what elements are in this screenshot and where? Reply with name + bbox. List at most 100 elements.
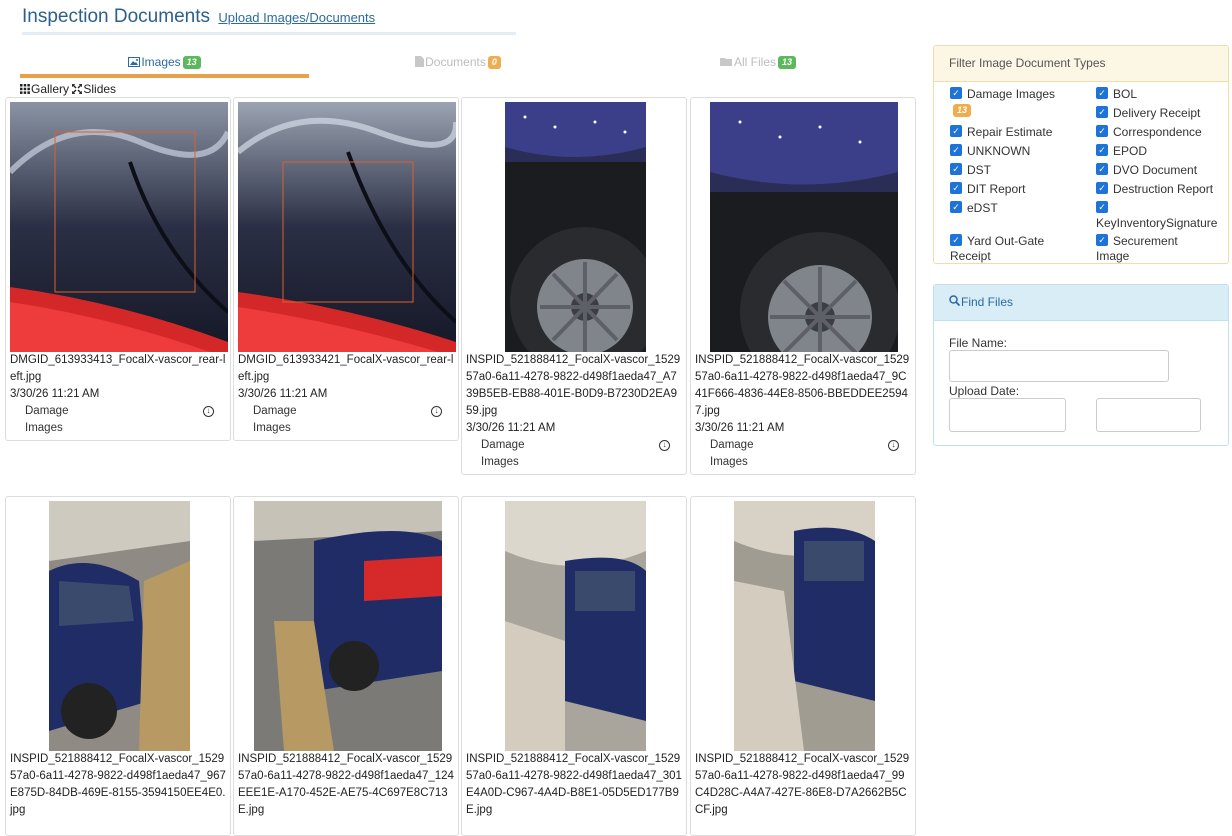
file-card[interactable]: DMGID_613933413_FocalX-vascor_rear-left.… [5,97,231,441]
checkmark-icon: ✓ [1096,201,1108,213]
file-name-label: File Name: [949,336,1008,350]
filter-checkbox-keyinventorysignature[interactable]: ✓ KeyInventorySignature [1096,201,1217,231]
file-date: 3/30/26 11:21 AM [238,388,328,400]
filter-label: DVO Document [1113,163,1198,177]
checkmark-icon: ✓ [1096,144,1108,156]
find-files-title: Find Files [961,295,1014,309]
slides-view-button[interactable]: Slides [71,82,117,97]
document-type: Damage Images [481,439,525,468]
file-name: INSPID_521888412_FocalX-vascor_152957a0-… [238,753,454,816]
filter-label: Repair Estimate [967,125,1053,139]
filter-label: Correspondence [1113,125,1202,139]
filter-checkbox-edst[interactable]: ✓ eDST [950,201,998,216]
checkmark-icon: ✓ [950,144,962,156]
filter-checkbox-dvo-document[interactable]: ✓ DVO Document [1096,163,1197,178]
checkmark-icon: ✓ [1096,182,1108,194]
filter-label: EPOD [1113,144,1148,158]
checkmark-icon: ✓ [1096,125,1108,137]
file-type-tabs: Images 13 Documents 0 All Files 13 [18,52,908,78]
filter-checkbox-epod[interactable]: ✓ EPOD [1096,144,1147,159]
filter-label: UNKNOWN [967,144,1031,158]
expand-icon [71,83,84,97]
thumbnail-image[interactable] [505,102,646,352]
file-card[interactable]: INSPID_521888412_FocalX-vascor_152957a0-… [5,496,231,836]
file-card[interactable]: INSPID_521888412_FocalX-vascor_152957a0-… [233,496,459,836]
file-card[interactable]: INSPID_521888412_FocalX-vascor_152957a0-… [461,496,687,836]
filter-checkbox-dst[interactable]: ✓ DST [950,163,991,178]
download-icon[interactable]: ↓ [203,406,214,417]
checkmark-icon: ✓ [1096,87,1108,99]
find-files-panel: Find Files File Name: Upload Date: [933,284,1229,446]
filter-panel: Filter Image Document Types ✓ Damage Ima… [933,45,1229,264]
document-type: Damage Images [710,439,754,468]
slides-label: Slides [83,82,117,96]
filter-checkbox-repair-estimate[interactable]: ✓ Repair Estimate [950,125,1052,140]
file-card[interactable]: INSPID_521888412_FocalX-vascor_152957a0-… [690,496,916,836]
filter-checkbox-damage-images[interactable]: ✓ Damage Images [950,87,1055,102]
checkmark-icon: ✓ [950,163,962,175]
filter-label: Delivery Receipt [1113,106,1201,120]
upload-date-label: Upload Date: [949,384,1020,398]
file-name-input[interactable] [949,350,1169,382]
file-date: 3/30/26 11:21 AM [466,422,556,434]
filter-checkbox-correspondence[interactable]: ✓ Correspondence [1096,125,1202,140]
page-header: Inspection Documents Upload Images/Docum… [22,6,516,35]
thumbnail-image[interactable] [254,501,442,751]
file-name: INSPID_521888412_FocalX-vascor_152957a0-… [695,354,910,417]
download-icon[interactable]: ↓ [431,406,442,417]
file-name: INSPID_521888412_FocalX-vascor_152957a0-… [466,753,682,816]
filter-checkbox-unknown[interactable]: ✓ UNKNOWN [950,144,1030,159]
gallery-view-button[interactable]: Gallery [20,82,72,96]
checkmark-icon: ✓ [950,125,962,137]
search-icon [949,285,961,320]
checkmark-icon: ✓ [950,182,962,194]
file-card[interactable]: INSPID_521888412_FocalX-vascor_152957a0-… [461,97,687,475]
filter-checkbox-dit-report[interactable]: ✓ DIT Report [950,182,1025,197]
filter-checkbox-destruction-report[interactable]: ✓ Destruction Report [1096,182,1213,197]
thumbnail-image[interactable] [238,102,456,352]
checkmark-icon: ✓ [950,201,962,213]
page-title: Inspection Documents [22,6,210,27]
file-name: INSPID_521888412_FocalX-vascor_152957a0-… [466,354,681,417]
folder-icon [719,53,733,73]
file-date: 3/30/26 11:21 AM [695,422,785,434]
checkmark-icon: ✓ [1096,106,1108,118]
filter-checkbox-delivery-receipt[interactable]: ✓ Delivery Receipt [1096,106,1200,121]
grid-icon [20,83,30,97]
thumbnail-image[interactable] [10,102,228,352]
download-icon[interactable]: ↓ [888,440,899,451]
filter-panel-title: Filter Image Document Types [934,46,1228,82]
tab-all-files-label: All Files [733,55,776,69]
document-type: Damage Images [253,405,297,434]
checkmark-icon: ✓ [950,87,962,99]
upload-date-from-input[interactable] [949,398,1066,432]
filter-label: BOL [1113,87,1138,101]
thumbnail-image[interactable] [49,501,190,751]
filter-checkbox-bol[interactable]: ✓ BOL [1096,87,1137,102]
filter-checkbox-yard-out-gate-receipt[interactable]: ✓ Yard Out-Gate Receipt [950,234,1070,264]
thumbnail-image[interactable] [710,102,898,352]
filter-label: Damage Images [967,87,1056,101]
filter-label: Securement Image [1096,234,1178,263]
download-icon[interactable]: ↓ [659,440,670,451]
thumbnail-image[interactable] [505,501,646,751]
tab-images[interactable]: Images 13 [20,52,309,78]
images-count-badge: 13 [182,56,201,70]
filter-label: KeyInventorySignature [1096,216,1218,230]
file-date: 3/30/26 11:21 AM [10,388,100,400]
filter-checkbox-securement-image[interactable]: ✓ Securement Image [1096,234,1206,264]
checkmark-icon: ✓ [1096,234,1108,246]
file-name: INSPID_521888412_FocalX-vascor_152957a0-… [695,753,910,816]
upload-link[interactable]: Upload Images/Documents [218,10,375,25]
tab-all-files[interactable]: All Files 13 [668,52,848,74]
file-name: INSPID_521888412_FocalX-vascor_152957a0-… [10,753,226,816]
view-mode-bar: Gallery Slides [20,82,116,97]
checkmark-icon: ✓ [1096,163,1108,175]
file-card[interactable]: INSPID_521888412_FocalX-vascor_152957a0-… [690,97,916,475]
thumbnail-image[interactable] [734,501,875,751]
file-name: DMGID_613933421_FocalX-vascor_rear-left.… [238,354,454,383]
upload-date-to-input[interactable] [1096,398,1201,432]
document-type: Damage Images [25,405,69,434]
tab-documents[interactable]: Documents 0 [368,52,548,74]
file-card[interactable]: DMGID_613933421_FocalX-vascor_rear-left.… [233,97,459,441]
